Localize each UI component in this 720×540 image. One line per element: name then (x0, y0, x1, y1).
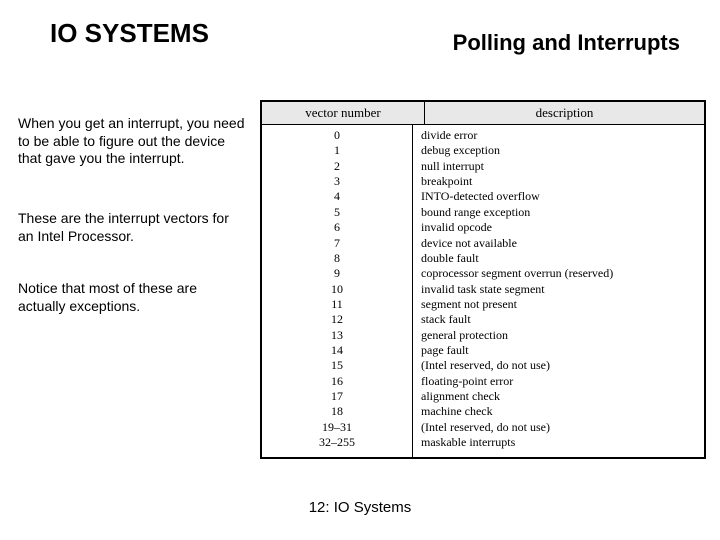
table-cell-description: (Intel reserved, do not use) (421, 358, 704, 373)
table-cell-description: stack fault (421, 312, 704, 327)
table-cell-vector: 4 (262, 189, 412, 204)
page-title-right: Polling and Interrupts (453, 30, 680, 56)
table-cell-vector: 17 (262, 389, 412, 404)
table-cell-description: invalid opcode (421, 220, 704, 235)
table-column-vector: 012345678910111213141516171819–3132–255 (262, 125, 413, 457)
table-cell-vector: 13 (262, 328, 412, 343)
table-cell-vector: 16 (262, 374, 412, 389)
table-cell-description: INTO-detected overflow (421, 189, 704, 204)
page-title-left: IO SYSTEMS (50, 18, 209, 49)
table-cell-description: divide error (421, 128, 704, 143)
table-cell-description: alignment check (421, 389, 704, 404)
table-cell-vector: 32–255 (262, 435, 412, 450)
paragraph-1: When you get an interrupt, you need to b… (18, 115, 248, 168)
interrupt-vector-table: vector number description 01234567891011… (260, 100, 706, 459)
table-cell-description: general protection (421, 328, 704, 343)
table-cell-description: maskable interrupts (421, 435, 704, 450)
table-cell-description: debug exception (421, 143, 704, 158)
table-header-vector: vector number (262, 102, 425, 124)
table-cell-vector: 9 (262, 266, 412, 281)
table-cell-vector: 10 (262, 282, 412, 297)
table-cell-vector: 5 (262, 205, 412, 220)
table-column-description: divide errordebug exceptionnull interrup… (413, 125, 704, 457)
table-cell-vector: 2 (262, 159, 412, 174)
table-cell-description: double fault (421, 251, 704, 266)
table-cell-description: machine check (421, 404, 704, 419)
table-cell-vector: 15 (262, 358, 412, 373)
table-cell-vector: 0 (262, 128, 412, 143)
table-cell-vector: 7 (262, 236, 412, 251)
table-cell-vector: 11 (262, 297, 412, 312)
table-cell-description: invalid task state segment (421, 282, 704, 297)
slide-footer: 12: IO Systems (0, 499, 720, 516)
table-cell-description: breakpoint (421, 174, 704, 189)
table-cell-description: bound range exception (421, 205, 704, 220)
table-cell-vector: 19–31 (262, 420, 412, 435)
table-cell-vector: 12 (262, 312, 412, 327)
table-cell-description: (Intel reserved, do not use) (421, 420, 704, 435)
table-cell-vector: 18 (262, 404, 412, 419)
table-cell-vector: 6 (262, 220, 412, 235)
paragraph-2: These are the interrupt vectors for an I… (18, 210, 248, 245)
table-cell-vector: 3 (262, 174, 412, 189)
table-cell-description: device not available (421, 236, 704, 251)
table-cell-description: floating-point error (421, 374, 704, 389)
table-cell-description: coprocessor segment overrun (reserved) (421, 266, 704, 281)
table-header-row: vector number description (262, 102, 704, 125)
table-body: 012345678910111213141516171819–3132–255 … (262, 125, 704, 457)
table-header-description: description (425, 102, 704, 124)
table-cell-description: segment not present (421, 297, 704, 312)
paragraph-3: Notice that most of these are actually e… (18, 280, 248, 315)
table-cell-description: page fault (421, 343, 704, 358)
table-cell-description: null interrupt (421, 159, 704, 174)
table-cell-vector: 14 (262, 343, 412, 358)
table-cell-vector: 8 (262, 251, 412, 266)
table-cell-vector: 1 (262, 143, 412, 158)
